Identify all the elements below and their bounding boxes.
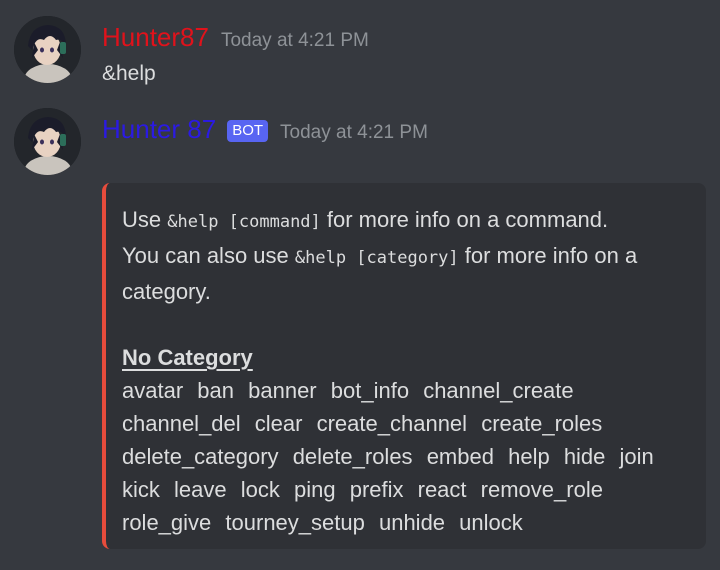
command-name: banner — [248, 378, 317, 403]
command-name: ban — [197, 378, 234, 403]
command-name: bot_info — [330, 378, 410, 403]
command-name: react — [417, 477, 467, 502]
command-name: unhide — [378, 510, 446, 535]
command-name: leave — [174, 477, 227, 502]
embed-text: for more info on a command. — [320, 207, 609, 232]
bot-avatar[interactable] — [14, 108, 81, 175]
command-name: create_channel — [316, 411, 468, 436]
command-name: avatar — [122, 378, 184, 403]
embed-line-1: Use &help [command] for more info on a c… — [122, 203, 694, 239]
embed-description: Use &help [command] for more info on a c… — [122, 203, 694, 539]
embed-text: Use — [122, 207, 168, 232]
inline-code: &help [command] — [167, 212, 321, 232]
command-name: tourney_setup — [225, 510, 365, 535]
field-title: No Category — [122, 345, 253, 370]
command-name: lock — [240, 477, 280, 502]
anime-avatar-icon — [14, 108, 81, 175]
command-name: clear — [254, 411, 303, 436]
command-name: kick — [122, 477, 160, 502]
command-name: embed — [426, 444, 494, 469]
command-name: prefix — [349, 477, 404, 502]
message-bot: Hunter 87 BOT Today at 4:21 PM Use &help… — [0, 0, 720, 570]
message-header: Hunter 87 BOT Today at 4:21 PM — [102, 114, 428, 145]
command-name: join — [619, 444, 654, 469]
command-name: channel_del — [122, 411, 241, 436]
bot-username[interactable]: Hunter 87 — [102, 114, 216, 144]
help-embed: Use &help [command] for more info on a c… — [102, 183, 706, 549]
command-name: remove_role — [480, 477, 603, 502]
command-name: hide — [563, 444, 606, 469]
bot-badge: BOT — [227, 120, 269, 142]
command-name: unlock — [459, 510, 523, 535]
command-name: create_roles — [481, 411, 603, 436]
inline-code: &help [category] — [294, 248, 459, 268]
command-name: ping — [293, 477, 336, 502]
embed-text: You can also use — [122, 243, 295, 268]
command-name: channel_create — [423, 378, 574, 403]
command-list: avatar ban banner bot_info channel_creat… — [122, 374, 694, 539]
command-name: delete_roles — [292, 444, 413, 469]
timestamp: Today at 4:21 PM — [280, 122, 428, 143]
command-name: delete_category — [122, 444, 279, 469]
embed-line-2: You can also use &help [category] for mo… — [122, 239, 694, 308]
command-name: role_give — [122, 510, 212, 535]
command-name: help — [508, 444, 550, 469]
